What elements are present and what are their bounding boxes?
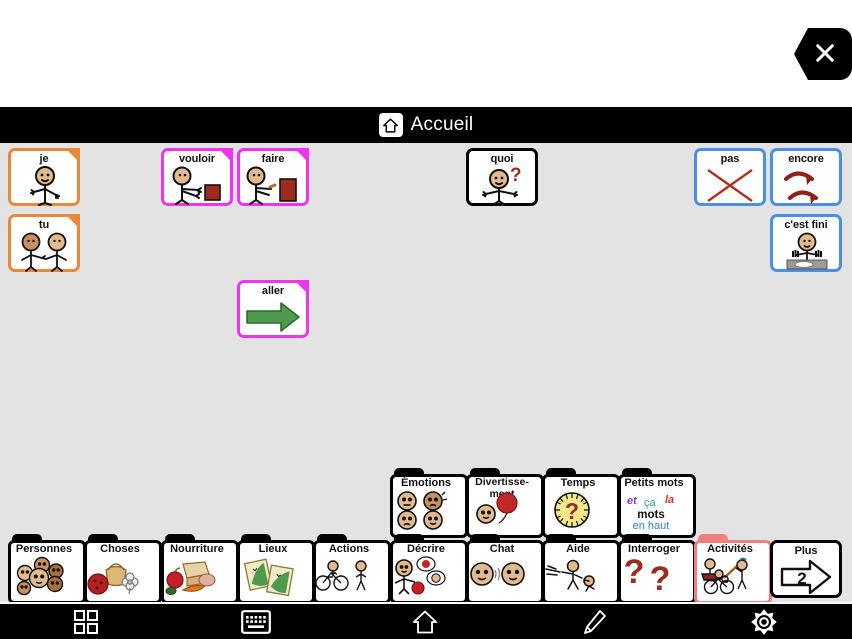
category-folder-activités[interactable]: Activités bbox=[694, 534, 772, 604]
category-folder-émotions[interactable]: Émotions bbox=[390, 468, 468, 538]
svg-text:?: ? bbox=[650, 560, 671, 594]
symbol-label: je bbox=[39, 153, 49, 165]
symbol-cell-aller[interactable]: aller bbox=[237, 280, 309, 338]
symbol-label: aller bbox=[261, 285, 285, 297]
bottom-toolbar bbox=[0, 604, 852, 639]
home-icon bbox=[378, 113, 403, 137]
symbol-cell-tu[interactable]: tu bbox=[8, 214, 80, 272]
pencil-icon[interactable] bbox=[571, 604, 619, 639]
helping-person-icon bbox=[542, 556, 614, 596]
symbol-label: quoi bbox=[490, 153, 514, 165]
folder-label: Lieux bbox=[258, 543, 288, 555]
folder-label: Personnes bbox=[15, 543, 73, 555]
app-root: Accueil je tu vouloir faire aller quoi ?… bbox=[0, 0, 852, 639]
folder-label: Chat bbox=[489, 543, 515, 555]
person-reaching-box-icon bbox=[164, 165, 230, 205]
folder-label: Émotions bbox=[400, 477, 452, 489]
symbol-cell-vouloir[interactable]: vouloir bbox=[161, 148, 233, 206]
symbol-cell-c-est-fini[interactable]: c'est fini bbox=[770, 214, 842, 272]
person-pointing-self-icon bbox=[11, 165, 77, 206]
svg-text:?: ? bbox=[624, 556, 645, 591]
person-making-icon bbox=[240, 165, 306, 205]
category-folder-décrire[interactable]: Décrire bbox=[390, 534, 468, 604]
bike-walk-icon bbox=[313, 556, 385, 596]
two-question-marks-icon: ? ? bbox=[618, 553, 690, 598]
svg-text:ça: ça bbox=[644, 497, 657, 509]
four-faces-icon bbox=[390, 490, 462, 530]
svg-text:la: la bbox=[665, 494, 674, 506]
folder-label: Petits mots bbox=[624, 477, 684, 489]
person-question-icon: ? bbox=[469, 165, 535, 206]
folder-label: Activités bbox=[707, 543, 753, 555]
more-label: Plus bbox=[794, 545, 818, 557]
symbol-cell-je[interactable]: je bbox=[8, 148, 80, 206]
keyboard-icon[interactable] bbox=[232, 604, 280, 639]
folder-label: Décrire bbox=[407, 543, 445, 555]
red-cross-out-icon bbox=[697, 165, 763, 202]
arrow-right-page-icon: 2 bbox=[773, 557, 839, 595]
svg-text:2: 2 bbox=[797, 569, 806, 588]
symbol-cell-faire[interactable]: faire bbox=[237, 148, 309, 206]
category-folder-aide[interactable]: Aide bbox=[542, 534, 620, 604]
close-icon bbox=[816, 44, 834, 62]
two-curved-arrows-icon bbox=[773, 165, 839, 204]
page-title: Accueil bbox=[410, 114, 474, 135]
person-clean-table-icon bbox=[773, 231, 839, 270]
symbol-grid: je tu vouloir faire aller quoi ? pas enc… bbox=[0, 143, 852, 604]
basket-ball-flower-icon bbox=[84, 556, 156, 596]
folder-label: Temps bbox=[560, 477, 596, 489]
grid-icon[interactable] bbox=[62, 604, 110, 639]
food-items-icon bbox=[161, 556, 233, 596]
category-folder-choses[interactable]: Choses bbox=[84, 534, 162, 604]
category-folder-chat[interactable]: Chat bbox=[466, 534, 544, 604]
balloon-face-icon bbox=[466, 490, 538, 530]
symbol-cell-encore[interactable]: encore bbox=[770, 148, 842, 206]
activities-people-icon bbox=[694, 556, 766, 596]
person-speech-apple-icon bbox=[390, 556, 462, 596]
folder-label: Nourriture bbox=[170, 543, 224, 555]
category-folder-divertisse-ment[interactable]: Divertisse-ment bbox=[466, 468, 544, 538]
clock-question-icon: ? bbox=[542, 490, 614, 530]
small-words-art: et ça la mots en haut bbox=[627, 494, 674, 532]
category-folder-nourriture[interactable]: Nourriture bbox=[161, 534, 239, 604]
symbol-cell-pas[interactable]: pas bbox=[694, 148, 766, 206]
symbol-label: faire bbox=[261, 153, 285, 165]
two-maps-icon bbox=[237, 556, 309, 597]
category-folder-actions[interactable]: Actions bbox=[313, 534, 391, 604]
folder-label: Choses bbox=[100, 543, 140, 555]
symbol-cell-quoi[interactable]: quoi ? bbox=[466, 148, 538, 206]
two-faces-talking-icon bbox=[466, 556, 538, 596]
two-people-pointing-icon bbox=[11, 231, 77, 272]
folder-label: Aide bbox=[566, 543, 590, 555]
folder-label: Interroger bbox=[628, 543, 680, 555]
symbol-label: encore bbox=[788, 153, 824, 165]
home-icon[interactable] bbox=[401, 604, 449, 639]
group-of-faces-icon bbox=[8, 556, 80, 596]
page-header: Accueil bbox=[0, 107, 852, 143]
symbol-label: tu bbox=[38, 219, 50, 231]
symbol-label: pas bbox=[720, 153, 740, 165]
category-folder-interroger[interactable]: Interroger ? ? bbox=[618, 534, 696, 604]
svg-text:?: ? bbox=[565, 498, 579, 524]
category-folder-lieux[interactable]: Lieux bbox=[237, 534, 315, 604]
svg-text:et: et bbox=[627, 495, 638, 507]
category-folder-petits-mots[interactable]: Petits mots et ça la mots en haut bbox=[618, 468, 696, 538]
folder-label: Actions bbox=[328, 543, 370, 555]
more-pages-cell[interactable]: Plus 2 bbox=[770, 540, 842, 598]
gear-icon[interactable] bbox=[740, 604, 788, 639]
category-folder-personnes[interactable]: Personnes bbox=[8, 534, 86, 604]
svg-text:?: ? bbox=[510, 165, 522, 186]
symbol-label: c'est fini bbox=[784, 219, 828, 231]
small-words-icon: et ça la mots en haut bbox=[618, 490, 690, 532]
close-button[interactable] bbox=[794, 28, 852, 80]
message-bar[interactable] bbox=[0, 0, 852, 107]
symbol-label: vouloir bbox=[179, 153, 215, 165]
green-arrow-right-icon bbox=[240, 297, 306, 333]
svg-text:en haut: en haut bbox=[633, 520, 670, 530]
category-folder-temps[interactable]: Temps ? bbox=[542, 468, 620, 538]
